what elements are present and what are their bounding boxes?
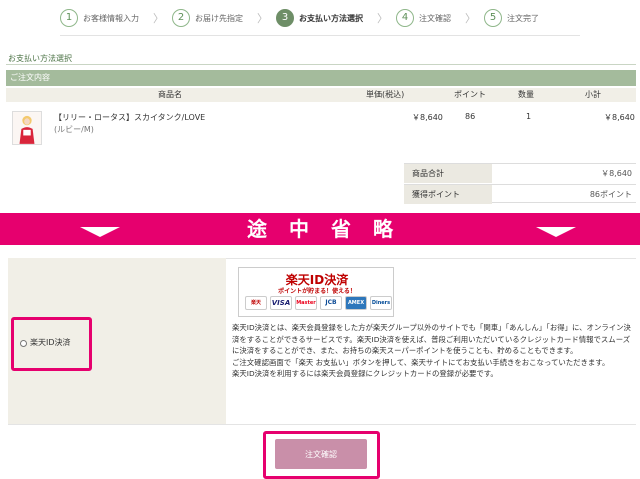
step-number: 4	[396, 9, 414, 27]
divider	[8, 424, 636, 425]
triangle-down-icon	[536, 227, 576, 237]
product-variant: (ルビー/M)	[54, 125, 94, 134]
column-header-product: 商品名	[158, 90, 182, 99]
mastercard-icon: Master	[295, 296, 317, 310]
description-paragraph: 楽天ID決済を利用するには楽天会員登録にクレジットカードの登録が必要です。	[232, 369, 498, 378]
visa-card-icon: VISA	[270, 296, 292, 310]
step-confirm: 4 注文確認	[396, 9, 451, 27]
triangle-down-icon	[80, 227, 120, 237]
step-label: 注文完了	[507, 13, 539, 23]
diners-card-icon: Diners	[370, 296, 392, 310]
summary-row-points: 獲得ポイント 86ポイント	[404, 184, 636, 204]
summary-value: ￥8,640	[601, 169, 632, 178]
step-label: お客様情報入力	[83, 13, 139, 23]
rakuten-id-radio[interactable]	[20, 340, 27, 347]
step-delivery: 2 お届け先指定	[172, 9, 243, 27]
rakuten-card-icon: 楽天	[245, 296, 267, 310]
logo-subtitle: ポイントが貯まる！使える！	[278, 288, 356, 295]
chevron-right-icon: 〉	[377, 12, 388, 25]
step-customer-info: 1 お客様情報入力	[60, 9, 139, 27]
item-qty: 1	[526, 112, 532, 121]
confirm-order-button[interactable]: 注文確認	[275, 439, 367, 469]
summary-label: 商品合計	[404, 164, 492, 183]
card-brands: 楽天 VISA Master JCB AMEX Diners	[245, 296, 395, 310]
step-label: 注文確認	[419, 13, 451, 23]
step-payment: 3 お支払い方法選択	[276, 9, 363, 27]
product-thumbnail[interactable]	[12, 111, 42, 145]
step-label: お届け先指定	[195, 13, 243, 23]
product-name[interactable]: 【リリー・ロータス】スカイタンク/LOVE	[54, 112, 205, 123]
chevron-right-icon: 〉	[465, 12, 476, 25]
order-header: ご注文内容	[6, 70, 636, 86]
step-number: 2	[172, 9, 190, 27]
column-header-points: ポイント	[454, 90, 486, 99]
divider	[6, 64, 636, 65]
summary-value: 86ポイント	[589, 190, 632, 199]
description-paragraph: ご注文確認画面で「楽天 お支払い」ボタンを押して、楽天サイトにてお支払い手続きを…	[232, 357, 610, 367]
column-header-price: 単価(税込)	[366, 90, 405, 99]
item-subtotal: ￥8,640	[604, 113, 635, 122]
amex-card-icon: AMEX	[345, 296, 367, 310]
step-number: 1	[60, 9, 78, 27]
step-number: 5	[484, 9, 502, 27]
rakuten-id-logo: 楽天ID決済 ポイントが貯まる！使える！ 楽天 VISA Master JCB …	[238, 267, 394, 317]
chevron-right-icon: 〉	[257, 12, 268, 25]
order-summary: 商品合計 ￥8,640 獲得ポイント 86ポイント	[404, 163, 636, 204]
step-label: お支払い方法選択	[299, 13, 363, 23]
step-complete: 5 注文完了	[484, 9, 539, 27]
summary-row-total: 商品合計 ￥8,640	[404, 164, 636, 184]
item-points: 86	[465, 112, 476, 121]
column-header-qty: 数量	[518, 90, 534, 99]
checkout-steps: 1 お客様情報入力 〉 2 お届け先指定 〉 3 お支払い方法選択 〉 4 注文…	[60, 6, 580, 30]
description-paragraph: 楽天ID決済とは、楽天会員登録をした方が楽天グループ以外のサイトでも「関車」「あ…	[232, 323, 631, 355]
table-header-row	[6, 88, 636, 102]
rakuten-id-label[interactable]: 楽天ID決済	[30, 337, 71, 348]
item-price: ￥8,640	[412, 113, 443, 122]
jcb-card-icon: JCB	[320, 296, 342, 310]
payment-description: 楽天ID決済とは、楽天会員登録をした方が楽天グループ以外のサイトでも「関車」「あ…	[232, 322, 632, 380]
divider	[60, 35, 580, 36]
product-image	[13, 112, 41, 144]
section-title: お支払い方法選択	[8, 54, 72, 63]
summary-label: 獲得ポイント	[404, 185, 492, 204]
column-header-subtotal: 小計	[585, 90, 601, 99]
step-number: 3	[276, 9, 294, 27]
chevron-right-icon: 〉	[153, 12, 164, 25]
